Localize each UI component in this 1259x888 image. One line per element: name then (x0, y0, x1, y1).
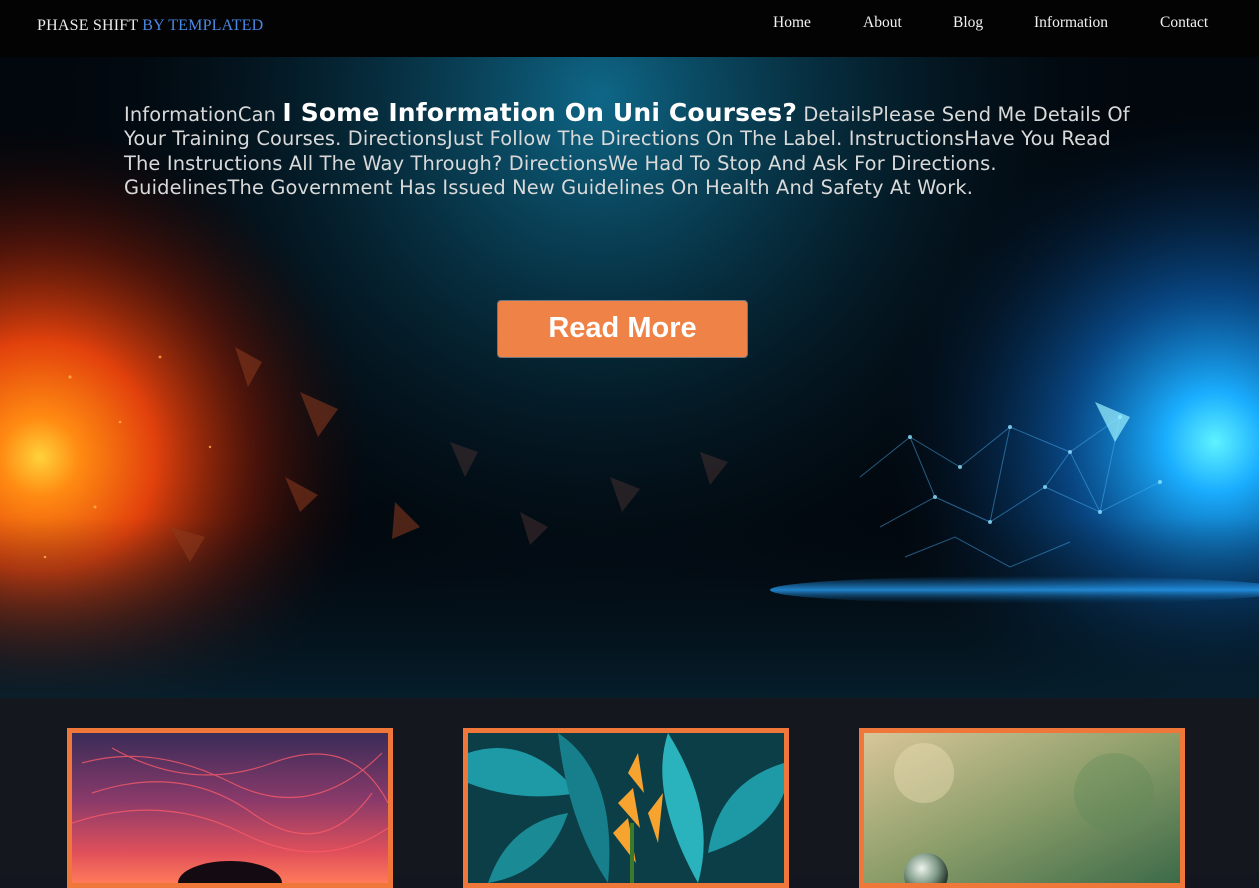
gallery-card-leaves[interactable] (463, 728, 789, 888)
nav-item-home[interactable]: Home (773, 14, 811, 32)
brand-name: PHASE SHIFT (37, 17, 139, 34)
hero-banner: InformationCan I Some Information On Uni… (0, 57, 1259, 698)
tropical-leaves-image (468, 733, 784, 883)
nav-item-about[interactable]: About (863, 14, 902, 32)
hero-heading: I Some Information On Uni Courses? (282, 98, 797, 127)
brand-byline: BY TEMPLATED (142, 17, 264, 34)
sunset-tree-image (72, 733, 388, 883)
water-droplet-image (864, 733, 1180, 883)
read-more-button[interactable]: Read More (497, 300, 748, 358)
nav-item-information[interactable]: Information (1034, 14, 1108, 32)
nav-item-contact[interactable]: Contact (1160, 14, 1208, 32)
top-navigation-bar: PHASE SHIFT BY TEMPLATED Home About Blog… (0, 0, 1259, 57)
site-logo[interactable]: PHASE SHIFT BY TEMPLATED (37, 17, 263, 35)
gallery-card-droplet[interactable] (859, 728, 1185, 888)
hero-paragraph: InformationCan I Some Information On Uni… (124, 98, 1134, 200)
gallery-card-sunset[interactable] (67, 728, 393, 888)
gallery-section (0, 698, 1259, 888)
nav-item-blog[interactable]: Blog (953, 14, 983, 32)
hero-lead-word: InformationCan (124, 103, 277, 126)
